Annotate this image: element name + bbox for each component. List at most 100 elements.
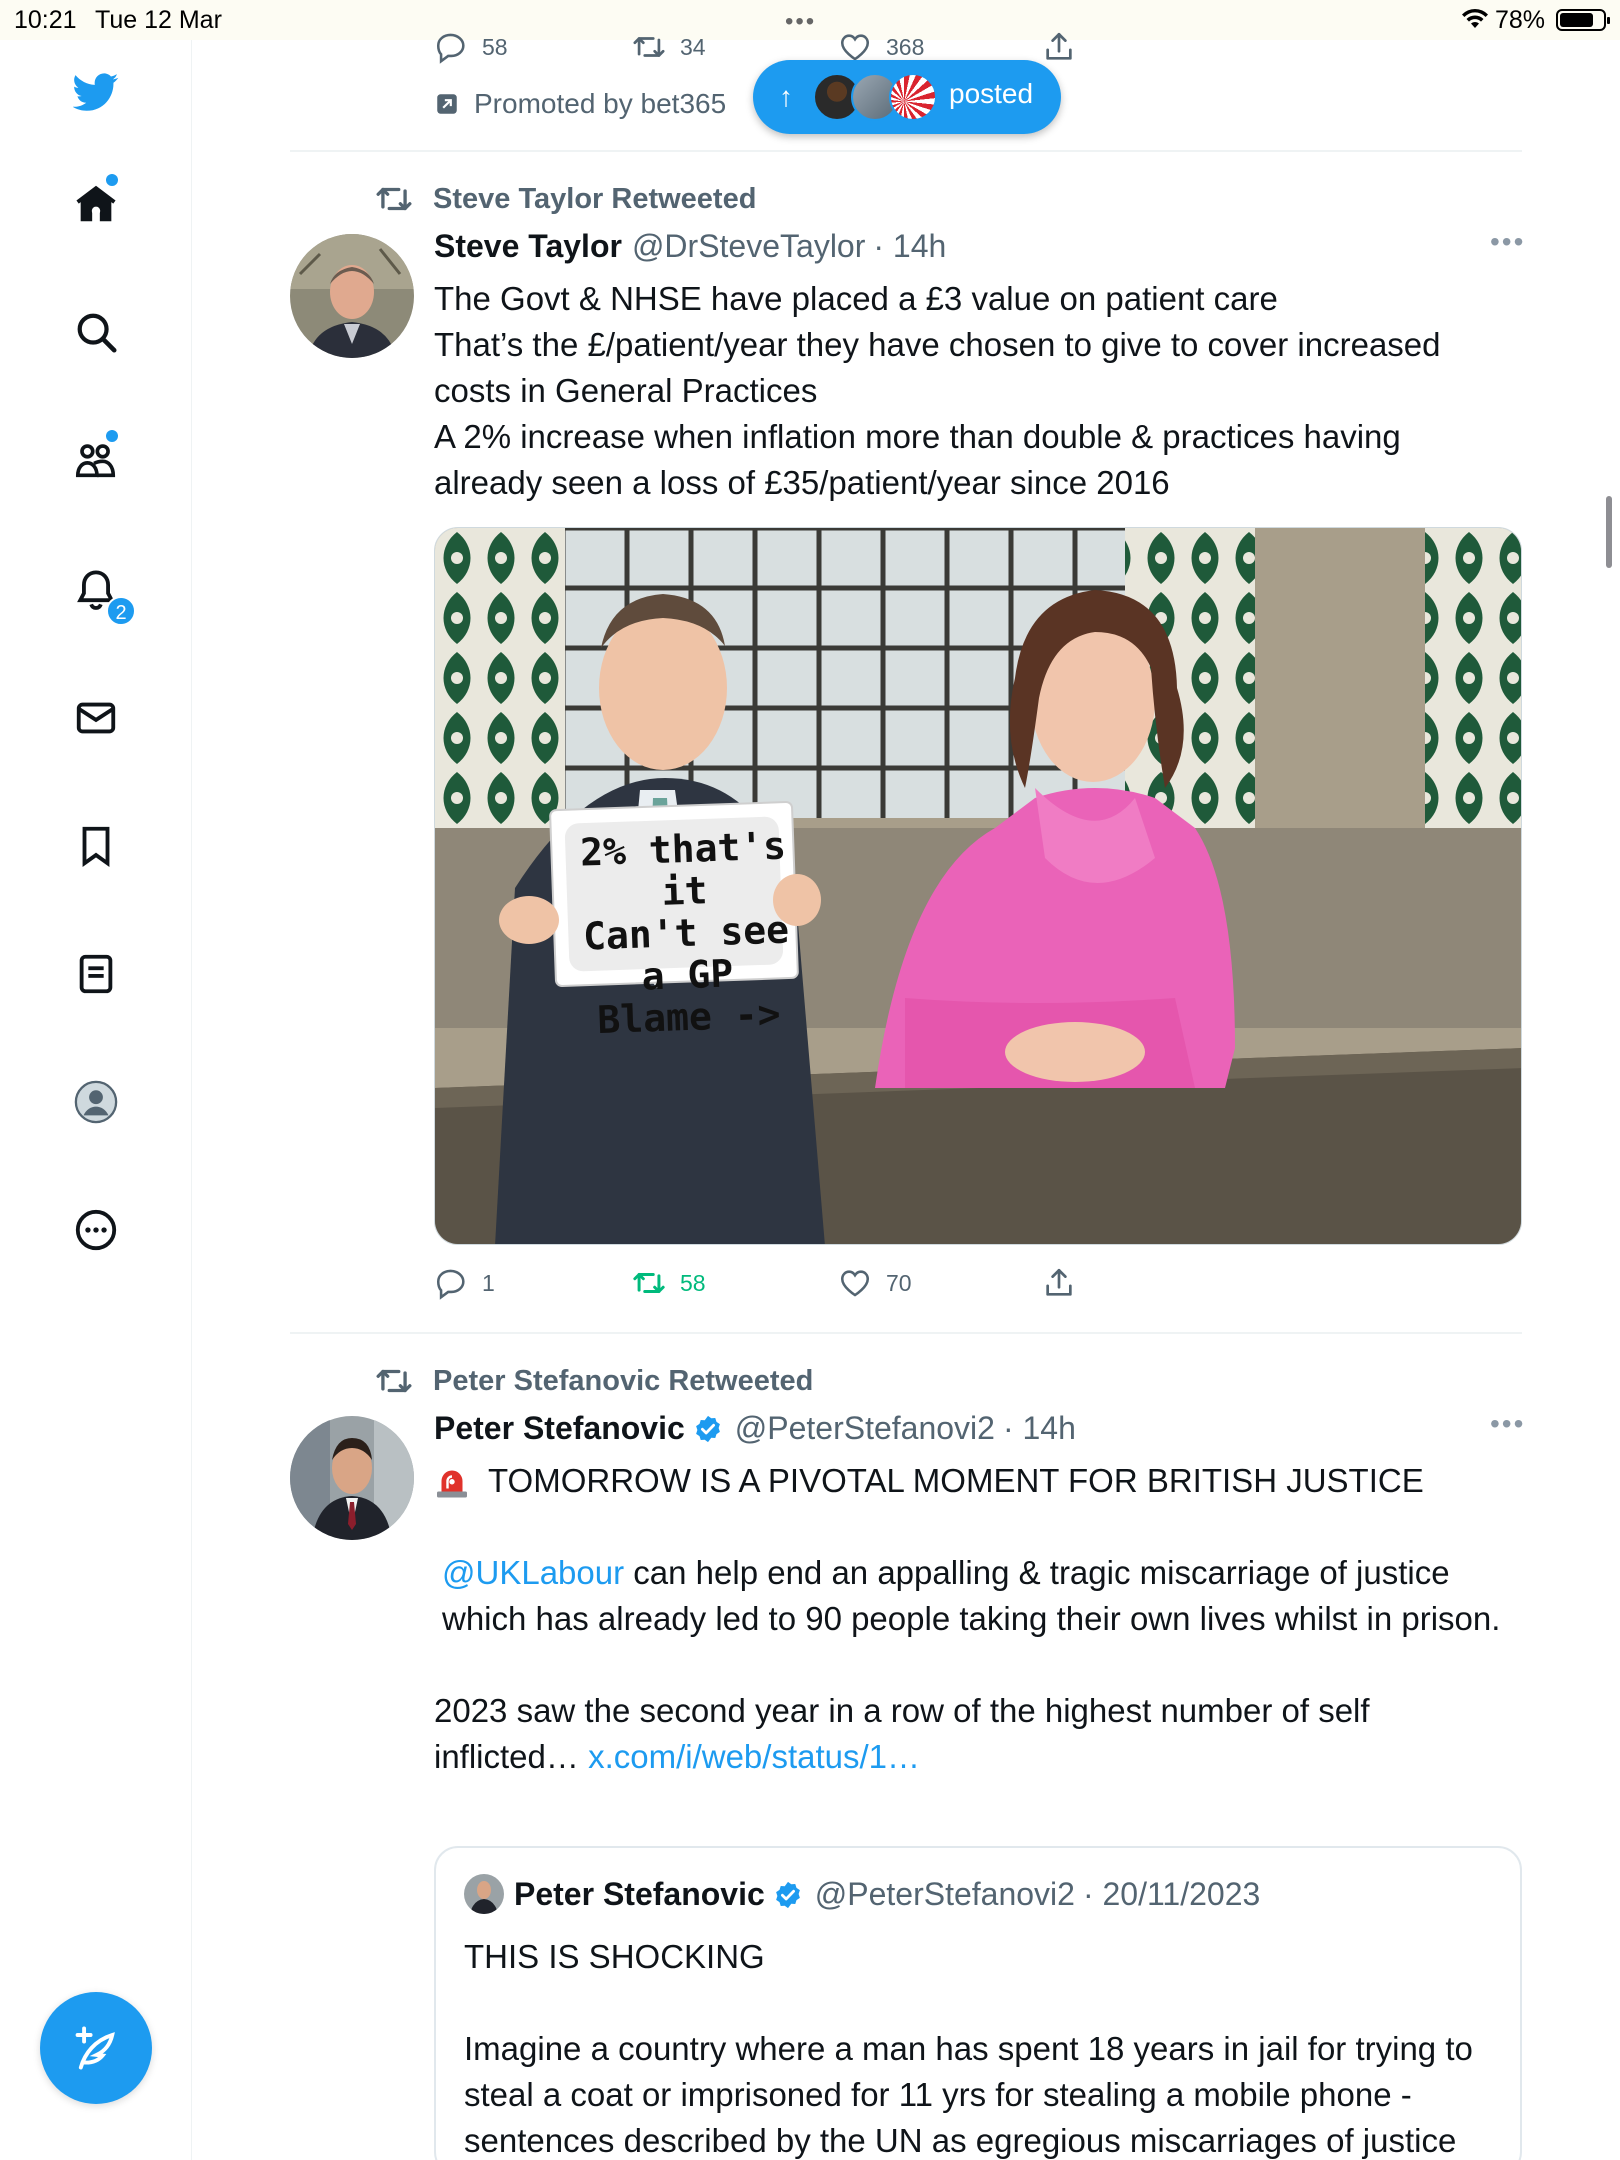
- status-link[interactable]: x.com/i/web/status/1…: [588, 1738, 920, 1775]
- tweet-line: costs in General Practices: [434, 372, 818, 409]
- like-count: 70: [886, 1269, 912, 1296]
- prev-like-count: 368: [886, 33, 925, 60]
- avatar[interactable]: [290, 1416, 414, 1540]
- reply-icon: [436, 33, 465, 64]
- share-icon: [1046, 32, 1072, 60]
- retweet-icon: [633, 37, 665, 57]
- communities-unread-dot: [106, 430, 118, 442]
- more-options-icon[interactable]: •••: [1490, 1408, 1525, 1440]
- status-date: Tue 12 Mar: [95, 6, 222, 34]
- bookmark-icon[interactable]: [70, 820, 122, 872]
- tweet-line: A 2% increase when inflation more than d…: [434, 418, 1401, 455]
- status-bar: 10:21 Tue 12 Mar ••• 78%: [0, 0, 1620, 40]
- twitter-logo-icon[interactable]: [70, 66, 122, 118]
- share-icon: [1046, 1268, 1072, 1296]
- verified-badge-icon: [775, 1881, 800, 1908]
- author-name[interactable]: Peter Stefanovic: [434, 1410, 685, 1447]
- tweet-time[interactable]: · 14h: [873, 228, 946, 265]
- headline-row: TOMORROW IS A PIVOTAL MOMENT FOR BRITISH…: [434, 1458, 1524, 1504]
- retweeted-by-label: Peter Stefanovic Retweeted: [433, 1364, 814, 1397]
- multitasking-dots-icon[interactable]: •••: [785, 8, 816, 36]
- author-handle[interactable]: @PeterStefanovi2: [735, 1410, 995, 1447]
- headline: TOMORROW IS A PIVOTAL MOMENT FOR BRITISH…: [488, 1462, 1424, 1499]
- paragraph-2: 2023 saw the second year in a row of the…: [434, 1688, 1444, 1780]
- reply-button[interactable]: 1: [434, 1266, 495, 1300]
- list-icon[interactable]: [70, 948, 122, 1000]
- quote-body: THIS IS SHOCKING Imagine a country where…: [464, 1934, 1494, 2160]
- battery-icon: [1556, 9, 1610, 31]
- home-unread-dot: [106, 174, 118, 186]
- quoted-tweet[interactable]: Peter Stefanovic @PeterStefanovi2 · 20/1…: [434, 1846, 1522, 2160]
- verified-badge-icon: [695, 1415, 720, 1442]
- retweet-context-2[interactable]: Peter Stefanovic Retweeted: [375, 1362, 813, 1400]
- retweet-context-1[interactable]: Steve Taylor Retweeted: [375, 180, 756, 218]
- battery-level: [1560, 13, 1593, 27]
- prev-retweet-button[interactable]: 34: [632, 30, 706, 64]
- tweet-divider: [290, 1332, 1522, 1334]
- tweet-line: already seen a loss of £35/patient/year …: [434, 464, 1170, 501]
- quote-title: THIS IS SHOCKING: [464, 1938, 765, 1975]
- mention-link[interactable]: @UKLabour: [442, 1554, 624, 1591]
- tweet-divider: [290, 150, 1522, 152]
- promoted-icon: [437, 94, 457, 114]
- promoted-text: Promoted by bet365: [474, 88, 727, 119]
- more-icon[interactable]: [70, 1204, 122, 1256]
- more-options-icon[interactable]: •••: [1490, 226, 1525, 258]
- home-icon[interactable]: [70, 178, 122, 230]
- quote-handle: @PeterStefanovi2: [814, 1876, 1075, 1912]
- mail-icon[interactable]: [70, 692, 122, 744]
- retweet-count: 58: [680, 1269, 706, 1296]
- tweet-line: That’s the £/patient/year they have chos…: [434, 326, 1441, 363]
- sign-line: 2% that's it: [579, 823, 787, 914]
- prev-retweet-count: 34: [680, 33, 706, 60]
- notification-badge: 2: [106, 596, 136, 626]
- prev-share-button[interactable]: [1042, 30, 1090, 64]
- quote-text: Imagine a country where a man has spent …: [464, 2030, 1473, 2159]
- like-button[interactable]: 70: [838, 1266, 912, 1300]
- retweet-icon: [633, 1273, 665, 1293]
- tweet-header-2: Peter Stefanovic @PeterStefanovi2 · 14h: [434, 1410, 1076, 1447]
- quote-author-name: Peter Stefanovic: [514, 1876, 765, 1912]
- tweet-body-2: TOMORROW IS A PIVOTAL MOMENT FOR BRITISH…: [434, 1458, 1524, 1780]
- prev-reply-button[interactable]: 58: [434, 30, 508, 64]
- retweet-icon: [376, 1369, 412, 1393]
- pill-avatar-3: [889, 73, 937, 121]
- scrollbar[interactable]: [1606, 496, 1612, 568]
- communities-icon[interactable]: [70, 434, 122, 486]
- profile-icon[interactable]: [70, 1076, 122, 1128]
- tweet-body-1: The Govt & NHSE have placed a £3 value o…: [434, 276, 1524, 506]
- sign-text: 2% that's it Can't see a GP Blame ->: [577, 823, 794, 1043]
- author-name[interactable]: Steve Taylor: [434, 228, 622, 265]
- author-handle[interactable]: @DrSteveTaylor: [632, 228, 865, 265]
- reply-count: 1: [482, 1269, 495, 1296]
- tweet-line: The Govt & NHSE have placed a £3 value o…: [434, 280, 1278, 317]
- heart-icon: [840, 34, 870, 61]
- prev-like-button[interactable]: 368: [838, 30, 924, 64]
- avatar[interactable]: [290, 234, 414, 358]
- quote-avatar: [464, 1874, 504, 1914]
- search-icon[interactable]: [70, 306, 122, 358]
- quote-header: Peter Stefanovic @PeterStefanovi2 · 20/1…: [514, 1876, 1260, 1913]
- promoted-label: Promoted by bet365: [434, 88, 726, 120]
- share-button[interactable]: [1042, 1266, 1090, 1300]
- wifi-icon: [1462, 8, 1488, 28]
- heart-icon: [840, 1270, 870, 1297]
- retweet-button[interactable]: 58: [632, 1266, 706, 1300]
- retweeted-by-label: Steve Taylor Retweeted: [433, 182, 757, 215]
- tweet-header-1: Steve Taylor @DrSteveTaylor · 14h: [434, 228, 946, 265]
- paragraph-1: @UKLabour can help end an appalling & tr…: [434, 1550, 1524, 1642]
- compose-button[interactable]: [40, 1992, 152, 2104]
- tweet-photo[interactable]: 2% that's it Can't see a GP Blame ->: [434, 527, 1522, 1245]
- status-time: 10:21: [14, 6, 77, 34]
- siren-icon: [437, 1470, 467, 1498]
- sign-line: Blame ->: [596, 991, 782, 1043]
- tweet-time[interactable]: · 14h: [1003, 1410, 1076, 1447]
- sidebar: 2: [0, 40, 192, 2160]
- sign-line: Can't see a GP: [582, 907, 790, 999]
- new-posts-pill[interactable]: ↑ posted: [753, 60, 1061, 134]
- posted-label: posted: [949, 78, 1034, 109]
- battery-percent: 78%: [1495, 6, 1546, 34]
- quote-date: · 20/11/2023: [1082, 1876, 1261, 1912]
- compose-icon: [75, 2026, 115, 2070]
- arrow-up-icon: ↑: [779, 81, 793, 112]
